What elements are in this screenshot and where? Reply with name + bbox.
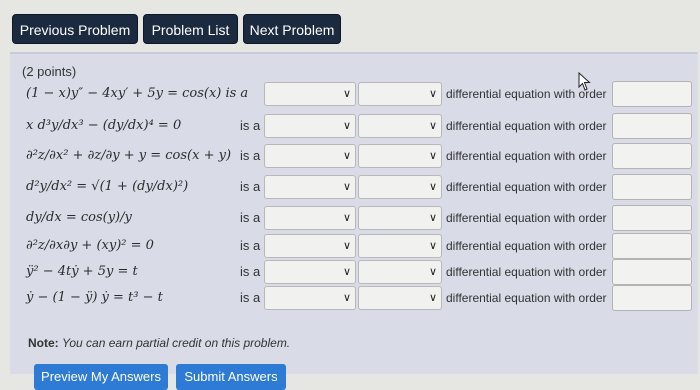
chevron-down-icon: ∨ <box>342 266 351 278</box>
differential-equation-label: differential equation with order <box>446 291 607 305</box>
question-row: x d³y/dx³ − (dy/dx)⁴ = 0 is a ∨ ∨ differenti… <box>0 112 700 140</box>
note: Note: You can earn partial credit on thi… <box>28 336 290 350</box>
chevron-down-icon: ∨ <box>428 240 437 252</box>
order-input[interactable] <box>612 285 692 311</box>
equation: ∂²z/∂x∂y + (xy)² = 0 <box>26 238 154 253</box>
type-select[interactable]: ∨ <box>358 82 442 106</box>
linearity-select[interactable]: ∨ <box>264 234 356 258</box>
type-select[interactable]: ∨ <box>358 206 442 230</box>
differential-equation-label: differential equation with order <box>446 119 607 133</box>
is-a-label: is a <box>240 179 261 194</box>
order-input[interactable] <box>612 143 692 169</box>
differential-equation-label: differential equation with order <box>446 211 607 225</box>
order-input[interactable] <box>612 113 692 139</box>
chevron-down-icon: ∨ <box>428 212 437 224</box>
differential-equation-label: differential equation with order <box>446 265 607 279</box>
linearity-select[interactable]: ∨ <box>264 260 356 284</box>
question-row: ∂²z/∂x∂y + (xy)² = 0 is a ∨ ∨ differential e… <box>0 232 700 260</box>
type-select[interactable]: ∨ <box>358 175 442 199</box>
type-select[interactable]: ∨ <box>358 144 442 168</box>
mouse-pointer-icon <box>578 72 591 91</box>
points-label: (2 points) <box>22 64 77 79</box>
problem-list-button[interactable]: Problem List <box>143 14 238 44</box>
chevron-down-icon: ∨ <box>342 212 351 224</box>
note-text: You can earn partial credit on this prob… <box>62 336 291 350</box>
order-input[interactable] <box>612 81 692 107</box>
chevron-down-icon: ∨ <box>342 150 351 162</box>
is-a-label: is a <box>240 118 261 133</box>
type-select[interactable]: ∨ <box>358 234 442 258</box>
linearity-select[interactable]: ∨ <box>264 175 356 199</box>
chevron-down-icon: ∨ <box>428 88 437 100</box>
chevron-down-icon: ∨ <box>342 181 351 193</box>
chevron-down-icon: ∨ <box>428 150 437 162</box>
is-a-label: is a <box>240 238 261 253</box>
note-label: Note: <box>28 336 59 350</box>
chevron-down-icon: ∨ <box>428 292 437 304</box>
question-row: ẏ − (1 − ÿ) ẏ = t³ − t is a ∨ ∨ differential… <box>0 284 700 312</box>
is-a-label: is a <box>240 210 261 225</box>
chevron-down-icon: ∨ <box>428 181 437 193</box>
question-row: ∂²z/∂x² + ∂z/∂y + y = cos(x + y) is a ∨ ∨ di… <box>0 142 700 170</box>
equation: dy/dx = cos(y)/y <box>26 210 132 225</box>
question-row: dy/dx = cos(y)/y is a ∨ ∨ differential equat… <box>0 204 700 232</box>
linearity-select[interactable]: ∨ <box>264 286 356 310</box>
equation: d²y/dx² = √(1 + (dy/dx)²) <box>26 179 189 194</box>
previous-problem-button[interactable]: Previous Problem <box>12 14 138 44</box>
type-select[interactable]: ∨ <box>358 114 442 138</box>
differential-equation-label: differential equation with order <box>446 239 607 253</box>
linearity-select[interactable]: ∨ <box>264 82 356 106</box>
chevron-down-icon: ∨ <box>342 292 351 304</box>
linearity-select[interactable]: ∨ <box>264 114 356 138</box>
chevron-down-icon: ∨ <box>342 88 351 100</box>
differential-equation-label: differential equation with order <box>446 180 607 194</box>
chevron-down-icon: ∨ <box>428 266 437 278</box>
chevron-down-icon: ∨ <box>342 120 351 132</box>
equation: ẏ − (1 − ÿ) ẏ = t³ − t <box>26 290 163 305</box>
preview-answers-button[interactable]: Preview My Answers <box>34 364 168 390</box>
linearity-select[interactable]: ∨ <box>264 144 356 168</box>
question-row: d²y/dx² = √(1 + (dy/dx)²) is a ∨ ∨ different… <box>0 173 700 201</box>
submit-answers-button[interactable]: Submit Answers <box>176 364 286 390</box>
linearity-select[interactable]: ∨ <box>264 206 356 230</box>
is-a-label: is a <box>240 264 261 279</box>
equation: (1 − x)y″ − 4xy′ + 5y = cos(x) is a <box>26 86 249 101</box>
order-input[interactable] <box>612 259 692 285</box>
next-problem-button[interactable]: Next Problem <box>243 14 341 44</box>
is-a-label: is a <box>240 148 261 163</box>
equation: ∂²z/∂x² + ∂z/∂y + y = cos(x + y) <box>26 148 232 163</box>
question-row: ÿ² − 4tẏ + 5y = t is a ∨ ∨ differential equa… <box>0 258 700 286</box>
question-row: (1 − x)y″ − 4xy′ + 5y = cos(x) is a ∨ ∨ dif… <box>0 80 700 108</box>
chevron-down-icon: ∨ <box>428 120 437 132</box>
order-input[interactable] <box>612 174 692 200</box>
order-input[interactable] <box>612 205 692 231</box>
type-select[interactable]: ∨ <box>358 286 442 310</box>
chevron-down-icon: ∨ <box>342 240 351 252</box>
is-a-label: is a <box>240 290 261 305</box>
type-select[interactable]: ∨ <box>358 260 442 284</box>
order-input[interactable] <box>612 233 692 259</box>
equation: ÿ² − 4tẏ + 5y = t <box>26 264 138 279</box>
equation: x d³y/dx³ − (dy/dx)⁴ = 0 <box>26 118 182 133</box>
differential-equation-label: differential equation with order <box>446 149 607 163</box>
